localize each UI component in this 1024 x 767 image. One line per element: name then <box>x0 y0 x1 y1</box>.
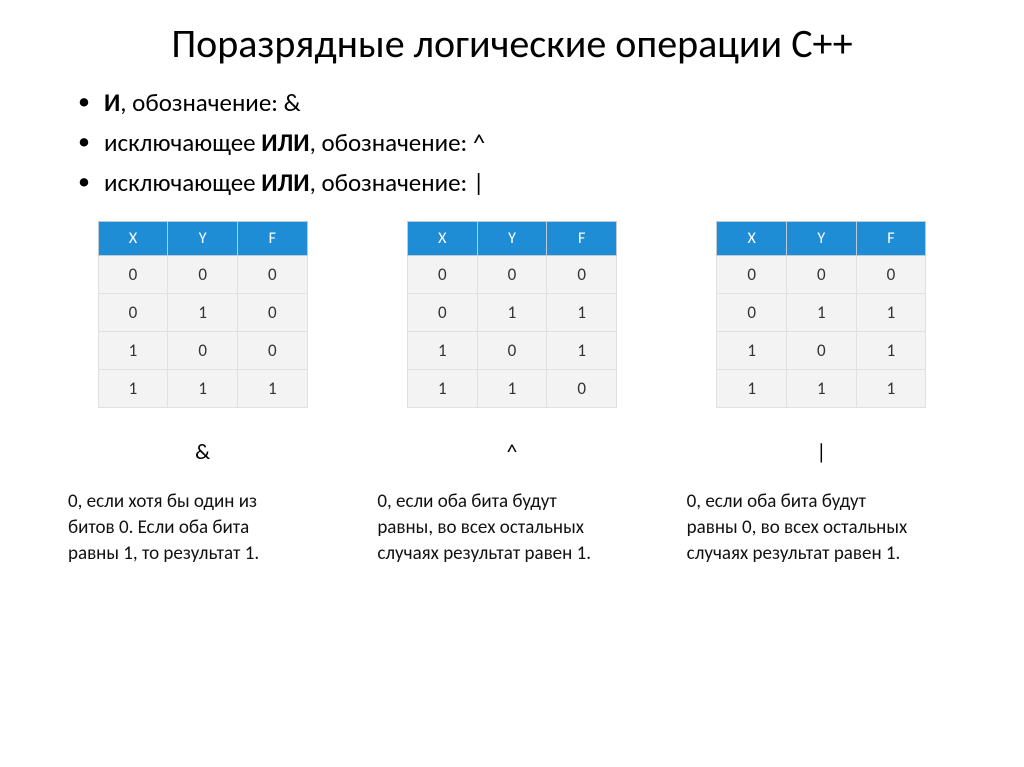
table-header: X <box>717 222 787 256</box>
table-row: 000 <box>98 256 307 294</box>
table-header: F <box>547 222 617 256</box>
table-header: Y <box>786 222 856 256</box>
table-header: F <box>237 222 307 256</box>
table-row: 011 <box>717 294 926 332</box>
tables-row: X Y F 000 010 100 111 & X Y F 000 011 <box>60 221 964 465</box>
table-header: Y <box>477 222 547 256</box>
table-row: 110 <box>407 370 616 408</box>
bullet-suffix: , обозначение: | <box>310 167 485 198</box>
bullet-bold: И <box>104 87 120 118</box>
bullet-bold: ИЛИ <box>261 127 309 158</box>
bullet-suffix: , обозначение: ^ <box>310 127 486 158</box>
table-row: 111 <box>717 370 926 408</box>
bullet-suffix: , обозначение: & <box>120 87 300 118</box>
bullet-list: И, обозначение: & исключающее ИЛИ, обозн… <box>78 86 964 199</box>
table-header: F <box>856 222 926 256</box>
table-row: 000 <box>717 256 926 294</box>
truth-table-or: X Y F 000 011 101 111 <box>716 221 926 408</box>
description-and: 0, если хотя бы один из битов 0. Если об… <box>68 489 298 566</box>
table-header: X <box>407 222 477 256</box>
table-col-and: X Y F 000 010 100 111 & <box>68 221 337 465</box>
table-header: Y <box>168 222 238 256</box>
table-row: 010 <box>98 294 307 332</box>
table-col-or: X Y F 000 011 101 111 | <box>687 221 956 465</box>
table-row: 101 <box>717 332 926 370</box>
bullet-item: И, обозначение: & <box>78 86 964 120</box>
table-row: 011 <box>407 294 616 332</box>
description-xor: 0, если оба бита будут равны, во всех ос… <box>377 489 607 566</box>
operator-symbol-and: & <box>195 438 210 465</box>
table-header: X <box>98 222 168 256</box>
table-row: 100 <box>98 332 307 370</box>
truth-table-and: X Y F 000 010 100 111 <box>98 221 308 408</box>
bullet-prefix: исключающее <box>104 167 261 198</box>
bullet-prefix: исключающее <box>104 127 261 158</box>
table-col-xor: X Y F 000 011 101 110 ^ <box>377 221 646 465</box>
table-row: 101 <box>407 332 616 370</box>
description-or: 0, если оба бита будут равны 0, во всех … <box>687 489 917 566</box>
operator-symbol-xor: ^ <box>507 438 518 465</box>
slide-title: Поразрядные логические операции С++ <box>60 20 964 68</box>
bullet-item: исключающее ИЛИ, обозначение: | <box>78 166 964 200</box>
table-row: 000 <box>407 256 616 294</box>
truth-table-xor: X Y F 000 011 101 110 <box>407 221 617 408</box>
bullet-bold: ИЛИ <box>261 167 309 198</box>
operator-symbol-or: | <box>816 438 826 465</box>
table-row: 111 <box>98 370 307 408</box>
descriptions-row: 0, если хотя бы один из битов 0. Если об… <box>60 465 964 566</box>
bullet-item: исключающее ИЛИ, обозначение: ^ <box>78 126 964 160</box>
